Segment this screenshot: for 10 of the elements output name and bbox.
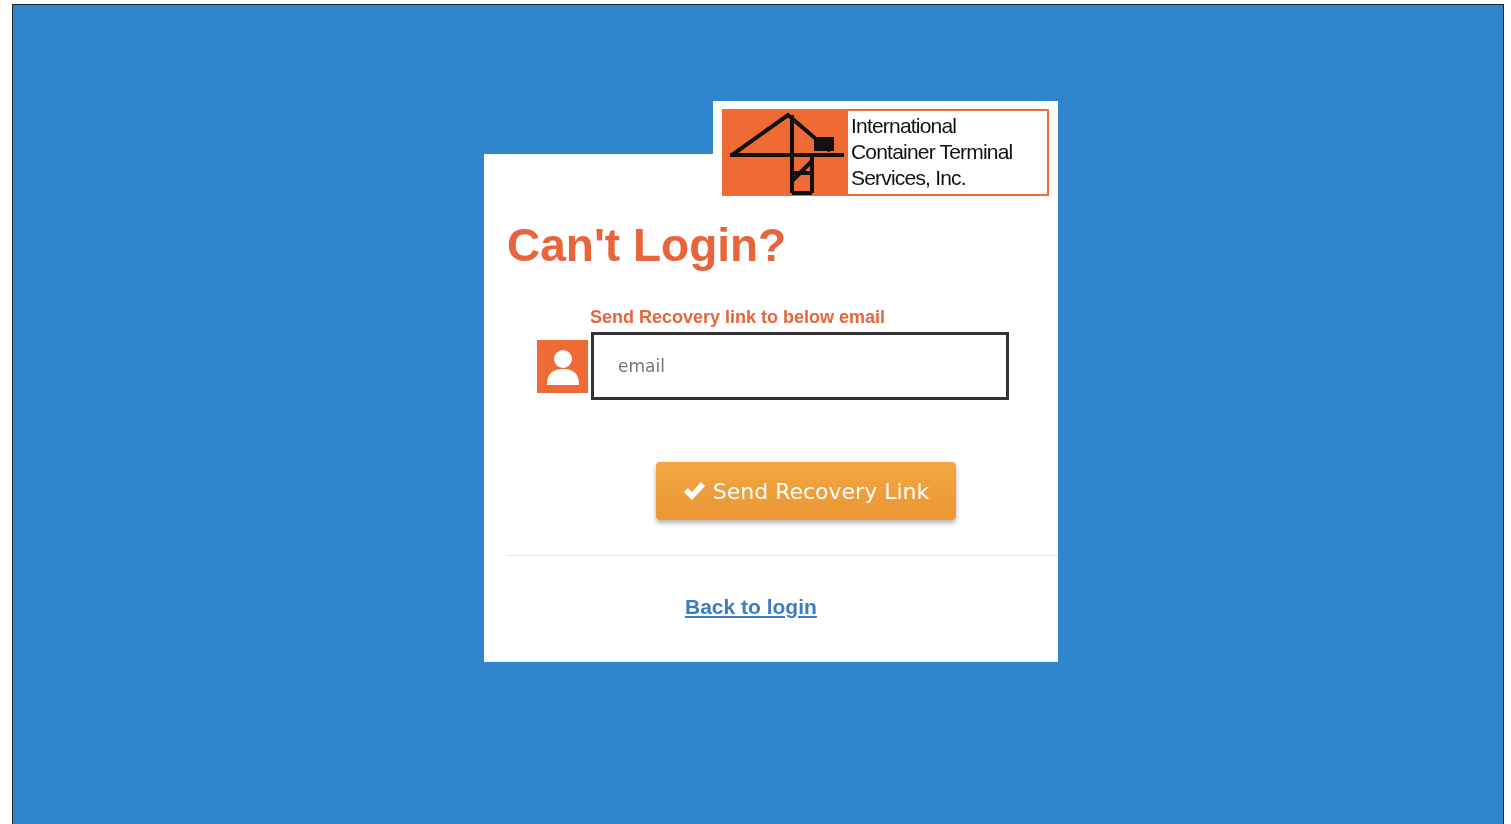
email-field[interactable]: email [591, 332, 1009, 400]
back-to-login-link[interactable]: Back to login [685, 595, 817, 619]
logo-text: Services, Inc. [851, 165, 967, 191]
page-title: Can't Login? [507, 218, 788, 273]
instruction-text: Send Recovery link to below email [590, 306, 886, 328]
check-icon [682, 481, 705, 501]
user-icon [537, 339, 588, 393]
logo-text: Container Terminal [851, 139, 1013, 165]
logo-text: International [851, 113, 958, 139]
send-recovery-button[interactable]: Send Recovery Link [656, 462, 956, 520]
